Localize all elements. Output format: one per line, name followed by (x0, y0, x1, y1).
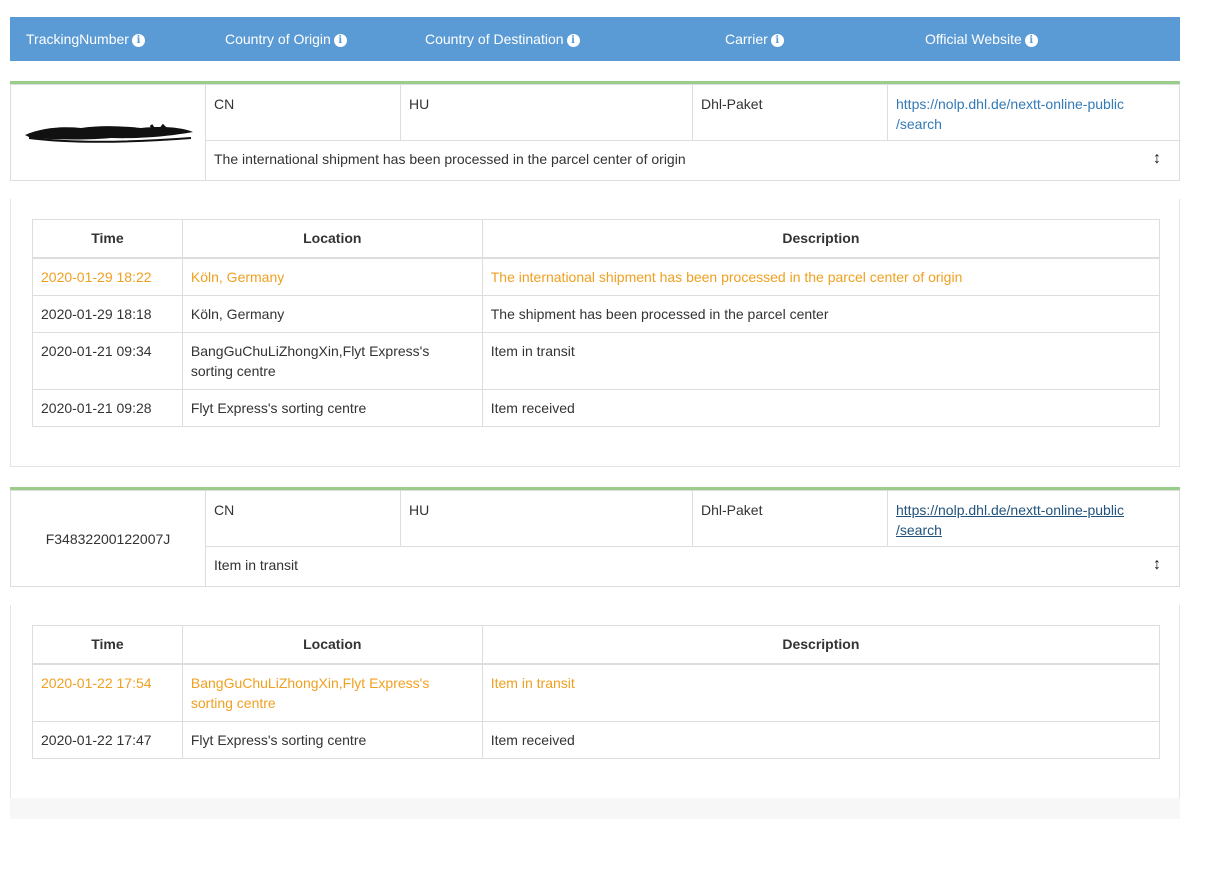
redacted-scribble (24, 123, 193, 143)
header-country-of-destination: Country of Destination i (425, 17, 580, 61)
tracking-details-panel: Time Location Description 2020-01-22 17:… (10, 605, 1180, 799)
table-row: 2020-01-29 18:18 Köln, Germany The shipm… (32, 294, 1161, 333)
latest-status: The international shipment has been proc… (214, 149, 1161, 169)
header-tracking-number: TrackingNumber i (26, 17, 145, 61)
column-location: Location (181, 625, 483, 665)
event-time: 2020-01-29 18:22 (32, 257, 183, 296)
tracking-number-cell (11, 85, 206, 180)
column-location: Location (181, 219, 483, 259)
header-country-of-origin: Country of Origin i (225, 17, 347, 61)
info-icon[interactable]: i (131, 34, 145, 47)
tracking-events-table: Time Location Description 2020-01-29 18:… (32, 219, 1161, 427)
info-icon[interactable]: i (770, 34, 784, 47)
event-time: 2020-01-22 17:47 (32, 720, 183, 759)
event-time: 2020-01-29 18:18 (32, 294, 183, 333)
results-header: TrackingNumber i Country of Origin i Count… (10, 17, 1180, 61)
column-description: Description (481, 625, 1161, 665)
carrier-cell: Dhl-Paket (693, 491, 888, 547)
destination-cell: HU (401, 85, 693, 141)
info-icon[interactable]: i (333, 34, 347, 47)
table-row: 2020-01-22 17:47 Flyt Express's sorting … (32, 720, 1161, 759)
event-time: 2020-01-22 17:54 (32, 663, 183, 722)
header-official-website: Official Website i (925, 17, 1038, 61)
origin-cell: CN (206, 491, 401, 547)
info-icon[interactable]: i (566, 34, 580, 47)
column-time: Time (32, 625, 183, 665)
website-cell: https://nolp.dhl.de/nextt-online-public /… (888, 85, 1179, 141)
tracking-number-cell: F34832200122007J (11, 491, 206, 586)
carrier-cell: Dhl-Paket (693, 85, 888, 141)
table-row: 2020-01-21 09:34 BangGuChuLiZhongXin,Fly… (32, 331, 1161, 390)
expand-toggle-icon[interactable]: ↕ (1153, 149, 1161, 169)
event-location: BangGuChuLiZhongXin,Flyt Express's sortin… (181, 331, 483, 390)
table-row: 2020-01-21 09:28 Flyt Express's sorting … (32, 388, 1161, 427)
column-time: Time (32, 219, 183, 259)
event-description: Item received (481, 388, 1161, 427)
info-icon[interactable]: i (1024, 34, 1038, 47)
origin-cell: CN (206, 85, 401, 141)
expand-toggle-icon[interactable]: ↕ (1153, 555, 1161, 575)
package-summary: F34832200122007J CN HU Dhl-Paket https:/… (10, 487, 1180, 587)
tracking-details-panel: Time Location Description 2020-01-29 18:… (10, 199, 1180, 467)
event-description: Item received (481, 720, 1161, 759)
official-website-link[interactable]: https://nolp.dhl.de/nextt-online-public /… (896, 96, 1124, 132)
table-header-row: Time Location Description (32, 219, 1161, 259)
table-row: 2020-01-29 18:22 Köln, Germany The inter… (32, 257, 1161, 296)
event-location: Köln, Germany (181, 294, 483, 333)
event-time: 2020-01-21 09:34 (32, 331, 183, 390)
event-time: 2020-01-21 09:28 (32, 388, 183, 427)
table-row: 2020-01-22 17:54 BangGuChuLiZhongXin,Fly… (32, 663, 1161, 722)
event-location: Köln, Germany (181, 257, 483, 296)
package-summary: CN HU Dhl-Paket https://nolp.dhl.de/next… (10, 81, 1180, 181)
website-cell: https://nolp.dhl.de/nextt-online-public /… (888, 491, 1179, 547)
tracking-events-table: Time Location Description 2020-01-22 17:… (32, 625, 1161, 759)
latest-status: Item in transit ↕ (214, 555, 1161, 575)
event-location: Flyt Express's sorting centre (181, 720, 483, 759)
footer-bar (10, 798, 1180, 819)
event-description: The shipment has been processed in the p… (481, 294, 1161, 333)
event-description: Item in transit (481, 663, 1161, 722)
event-location: BangGuChuLiZhongXin,Flyt Express's sortin… (181, 663, 483, 722)
event-location: Flyt Express's sorting centre (181, 388, 483, 427)
column-description: Description (481, 219, 1161, 259)
table-header-row: Time Location Description (32, 625, 1161, 665)
destination-cell: HU (401, 491, 693, 547)
header-carrier: Carrier i (725, 17, 784, 61)
event-description: The international shipment has been proc… (481, 257, 1161, 296)
tracking-number: F34832200122007J (45, 530, 171, 547)
event-description: Item in transit (481, 331, 1161, 390)
official-website-link[interactable]: https://nolp.dhl.de/nextt-online-public /… (896, 502, 1124, 538)
